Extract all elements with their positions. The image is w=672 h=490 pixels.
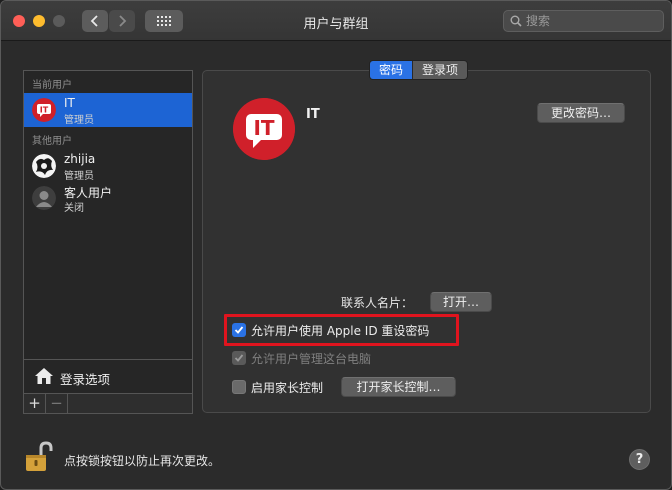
svg-text:IT: IT xyxy=(253,116,274,140)
user-name: IT xyxy=(64,96,75,110)
user-avatar[interactable]: IT xyxy=(233,98,295,160)
contact-card-label: 联系人名片： xyxy=(341,296,414,310)
checkmark-icon xyxy=(234,354,244,362)
user-row-zhijia[interactable]: zhijia 管理员 xyxy=(24,149,192,183)
zhijia-avatar-icon xyxy=(32,154,56,178)
other-users-section-label: 其他用户 xyxy=(32,136,72,147)
lock-instruction-text: 点按锁按钮以防止再次更改。 xyxy=(64,454,221,468)
sidebar-toolbar: + − xyxy=(24,393,192,413)
unlocked-padlock-icon[interactable] xyxy=(25,441,53,473)
login-options-item[interactable]: 登录选项 xyxy=(24,359,192,393)
user-full-name: IT xyxy=(306,107,320,122)
admin-manage-checkbox xyxy=(232,351,246,365)
guest-user-icon xyxy=(32,186,56,210)
users-and-groups-window: 用户与群组 当前用户 IT IT 管理员 其他用户 zhiji xyxy=(0,0,672,490)
tab-login-items[interactable]: 登录项 xyxy=(412,61,468,79)
user-role: 管理员 xyxy=(64,115,94,126)
search-field[interactable] xyxy=(503,10,664,32)
user-role: 关闭 xyxy=(64,203,84,214)
tab-password[interactable]: 密码 xyxy=(370,61,413,79)
title-bar: 用户与群组 xyxy=(1,1,671,41)
user-row-it[interactable]: IT IT 管理员 xyxy=(24,93,192,127)
help-button[interactable]: ? xyxy=(629,449,650,470)
remove-user-button[interactable]: − xyxy=(46,394,68,413)
user-list-sidebar: 当前用户 IT IT 管理员 其他用户 zhijia 管理员 客人用户 关闭 登… xyxy=(23,70,193,414)
search-input[interactable] xyxy=(526,13,656,29)
it-logo-icon: IT xyxy=(32,98,56,122)
parental-controls-label: 启用家长控制 xyxy=(251,380,324,395)
login-options-label: 登录选项 xyxy=(60,372,111,387)
tab-bar: 密码 登录项 xyxy=(369,60,469,80)
add-user-button[interactable]: + xyxy=(24,394,46,413)
open-contact-card-button[interactable]: 打开… xyxy=(430,292,492,312)
user-role: 管理员 xyxy=(64,171,94,182)
parental-controls-checkbox[interactable] xyxy=(232,380,246,394)
user-name: zhijia xyxy=(64,152,96,166)
svg-text:IT: IT xyxy=(40,106,49,115)
admin-manage-label: 允许用户管理这台电脑 xyxy=(251,351,372,366)
user-row-guest[interactable]: 客人用户 关闭 xyxy=(24,181,192,215)
change-password-button[interactable]: 更改密码… xyxy=(537,103,625,123)
house-icon xyxy=(35,368,53,384)
open-parental-controls-button[interactable]: 打开家长控制… xyxy=(341,377,456,397)
current-users-section-label: 当前用户 xyxy=(32,80,72,91)
admin-manage-option: 允许用户管理这台电脑 xyxy=(232,349,371,367)
highlight-annotation-box xyxy=(224,314,459,346)
search-icon xyxy=(510,15,522,27)
parental-controls-option[interactable]: 启用家长控制 xyxy=(232,378,323,396)
